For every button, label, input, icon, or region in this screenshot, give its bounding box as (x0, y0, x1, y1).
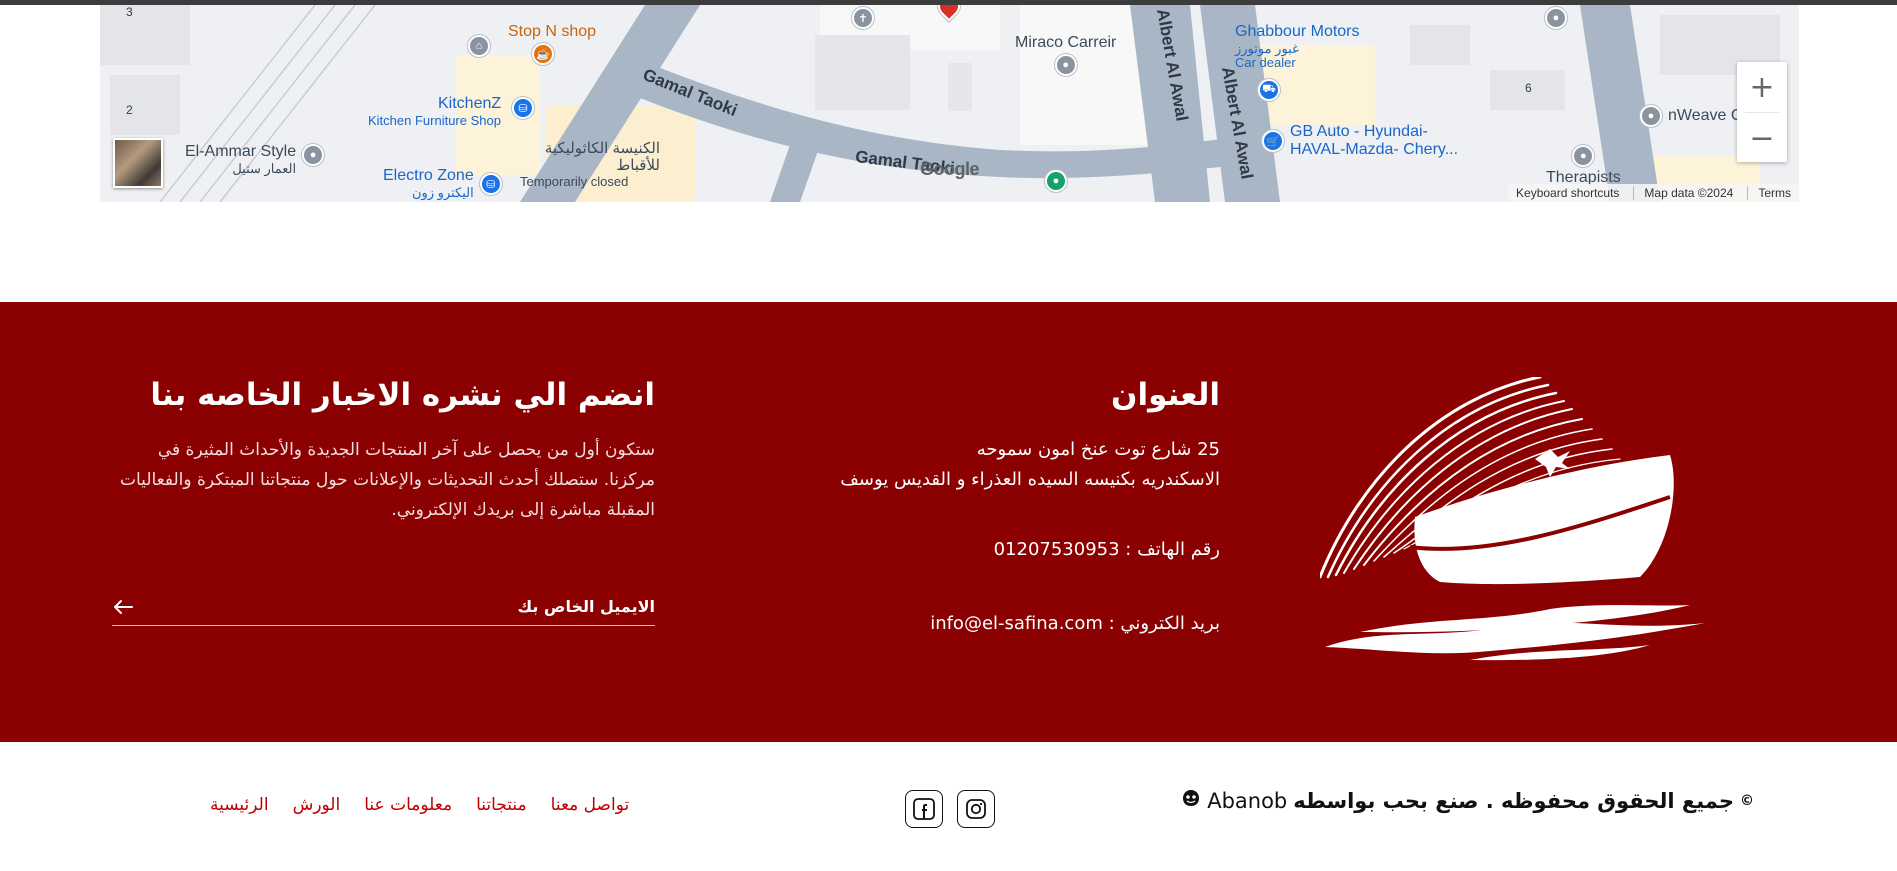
poi-gb-auto[interactable]: 🛒 GB Auto - Hyundai- HAVAL-Mazda- Chery.… (1262, 123, 1458, 159)
pin-icon: ● (1045, 170, 1067, 192)
map-attribution: Keyboard shortcuts Map data ©2024 Terms (1508, 184, 1799, 202)
newsletter-form (112, 588, 655, 626)
copyright-symbol: © (1740, 792, 1754, 809)
copyright-label: جميع الحقوق محفوظه . صنع بحب بواسطه (1293, 788, 1734, 813)
poi-church-pin[interactable]: ✝ (852, 7, 874, 29)
poi-museum-pin[interactable]: ⌂ (468, 35, 490, 57)
shopping-bag-icon: ⛁ (512, 97, 534, 119)
phone-number[interactable]: رقم الهاتف : 01207530953 (800, 535, 1220, 565)
car-icon: ⛟ (1258, 79, 1280, 101)
pin-icon: ● (302, 144, 325, 166)
newsletter-email-input[interactable] (185, 597, 655, 616)
poi-kitchenz[interactable]: KitchenZ Kitchen Furniture Shop (368, 95, 501, 128)
poi-pin[interactable]: ● (1545, 7, 1567, 29)
cafe-icon: ☕ (532, 43, 554, 65)
poi-electro-zone[interactable]: Electro Zone اليكترو زون ⛁ (383, 167, 502, 201)
nav-link-about[interactable]: معلومات عنا (364, 795, 452, 815)
address-line-1: 25 شارع توت عنخ امون سموحه (976, 439, 1220, 460)
cart-icon: 🛒 (1262, 130, 1284, 152)
pin-icon: ● (1545, 7, 1567, 29)
keyboard-shortcuts-link[interactable]: Keyboard shortcuts (1516, 186, 1619, 200)
zoom-in-button[interactable]: + (1737, 62, 1787, 112)
pin-icon: ● (1572, 145, 1595, 167)
ark-logo-icon (1320, 377, 1705, 661)
shopping-bag-icon: ⛁ (479, 173, 502, 195)
nav-link-products[interactable]: منتجاتنا (476, 795, 527, 815)
copyright-text: © جميع الحقوق محفوظه . صنع بحب بواسطه Ab… (1181, 788, 1754, 813)
museum-icon: ⌂ (468, 35, 490, 57)
map-data-text: Map data ©2024 (1633, 186, 1733, 200)
poi-stop-n-shop[interactable]: Stop N shop ☕ (508, 23, 596, 65)
zoom-controls: + − (1737, 62, 1787, 162)
poi-nweave[interactable]: ● nWeave C (1640, 105, 1742, 127)
facebook-icon[interactable] (905, 790, 943, 828)
newsletter-title: انضم الي نشره الاخبار الخاصه بنا (150, 377, 655, 413)
pin-icon: ● (1054, 54, 1077, 76)
street-view-thumbnail[interactable] (113, 138, 163, 188)
social-links (905, 790, 995, 828)
site-footer: العنوان 25 شارع توت عنخ امون سموحه الاسك… (0, 302, 1897, 742)
map-number: 6 (1525, 81, 1532, 95)
poi-car-dealer-pin[interactable]: ⛟ (1258, 79, 1280, 101)
nav-link-contact[interactable]: تواصل معنا (551, 795, 630, 815)
address-section: العنوان 25 شارع توت عنخ امون سموحه الاسك… (800, 373, 1220, 639)
bottom-bar: © جميع الحقوق محفوظه . صنع بحب بواسطه Ab… (0, 742, 1897, 871)
instagram-icon[interactable] (957, 790, 995, 828)
poi-green-pin[interactable]: ● (1045, 170, 1067, 192)
nav-link-home[interactable]: الرئيسية (210, 795, 269, 815)
poi-el-ammar-style[interactable]: El-Ammar Style العمار ستيل ● (185, 143, 325, 177)
pin-icon: ● (1640, 105, 1662, 127)
ghost-icon (1181, 788, 1201, 813)
nav-link-workshops[interactable]: الورش (293, 795, 341, 815)
poi-catholic-church[interactable]: الكنيسة الكاثوليكية للأقباط Temporarily … (520, 140, 660, 189)
address-title: العنوان (1111, 377, 1220, 413)
cross-icon: ✝ (852, 7, 874, 29)
zoom-out-button[interactable]: − (1737, 113, 1787, 163)
terms-link[interactable]: Terms (1747, 186, 1791, 200)
poi-ghabbour-motors[interactable]: Ghabbour Motors غبور موتورز Car dealer (1235, 23, 1360, 70)
map-number: 3 (126, 5, 133, 19)
poi-location-marker[interactable] (933, 5, 965, 22)
google-logo: Google (920, 159, 980, 179)
address-line-2: الاسكندريه بكنيسه السيده العذراء و القدي… (840, 469, 1220, 490)
newsletter-section: انضم الي نشره الاخبار الخاصه بنا ستكون أ… (112, 373, 655, 626)
map-number: 2 (126, 103, 133, 117)
email-address[interactable]: بريد الكتروني : info@el-safina.com (800, 609, 1220, 639)
newsletter-description: ستكون أول من يحصل على آخر المنتجات الجدي… (120, 440, 655, 520)
poi-miraco[interactable]: Miraco Carreir ● (1015, 34, 1116, 76)
arrow-left-icon[interactable] (112, 596, 134, 618)
poi-therapists[interactable]: ● Therapists (1546, 145, 1621, 187)
poi-kitchenz-pin[interactable]: ⛁ (512, 97, 534, 119)
footer-nav: الرئيسية الورش معلومات عنا منتجاتنا تواص… (210, 795, 629, 815)
author-name[interactable]: Abanob (1207, 789, 1287, 813)
embedded-map[interactable]: Gamal Taoki Gamal Taoki Albert Al Awal A… (100, 5, 1799, 202)
